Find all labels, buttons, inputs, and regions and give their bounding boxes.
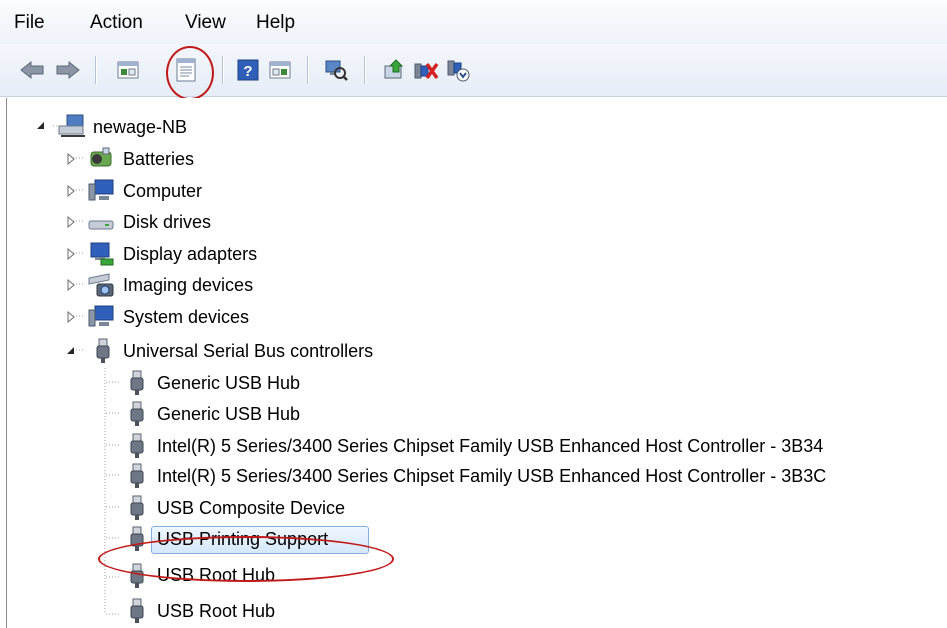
expand-arrow-icon[interactable]: [65, 185, 77, 197]
tree-category-label: System devices: [123, 307, 250, 327]
toolbar-separator: [222, 56, 223, 84]
show-action-pane-icon: [269, 61, 291, 79]
menu-action[interactable]: Action: [90, 12, 143, 34]
usb-device-row[interactable]: USB Root Hub: [7, 596, 407, 626]
help-button[interactable]: ?: [234, 56, 262, 84]
usb-device-row[interactable]: Generic USB Hub: [7, 399, 407, 429]
tree-category-row[interactable]: Imaging devices: [7, 270, 307, 300]
expand-arrow-icon[interactable]: [65, 248, 77, 260]
usb-device-label: Generic USB Hub: [157, 404, 301, 424]
menu-help[interactable]: Help: [256, 12, 295, 34]
scan-hardware-changes-icon: [325, 60, 348, 81]
usb-device-label: Intel(R) 5 Series/3400 Series Chipset Fa…: [157, 436, 824, 456]
tree-root-label: newage-NB: [93, 117, 188, 137]
usb-plug-icon: [130, 463, 144, 488]
collapse-arrow-icon[interactable]: [35, 120, 47, 132]
tree-category-label: Disk drives: [123, 212, 212, 232]
usb-plug-icon: [130, 401, 144, 426]
usb-device-label: Intel(R) 5 Series/3400 Series Chipset Fa…: [157, 466, 827, 486]
toolbar-separator: [95, 56, 96, 84]
svg-text:?: ?: [243, 63, 252, 80]
usb-plug-icon: [130, 495, 144, 520]
show-action-pane-button[interactable]: [266, 56, 294, 84]
display-adapter-icon: [90, 242, 114, 266]
scan-hardware-changes-button[interactable]: [322, 56, 350, 84]
uninstall-device-button[interactable]: [444, 56, 472, 84]
back-icon: [20, 60, 44, 80]
tree-category-label: Universal Serial Bus controllers: [123, 341, 374, 361]
properties-icon: [176, 58, 196, 82]
tree-category-row[interactable]: Display adapters: [7, 239, 307, 269]
battery-icon: [90, 147, 112, 167]
properties-button[interactable]: [172, 56, 200, 84]
collapse-arrow-icon[interactable]: [65, 345, 77, 357]
usb-device-label: Generic USB Hub: [157, 373, 301, 393]
forward-button[interactable]: [54, 56, 82, 84]
tree-category-row[interactable]: Computer: [7, 176, 307, 206]
tree-category-label: Display adapters: [123, 244, 258, 264]
tree-root-row[interactable]: newage-NB: [7, 112, 307, 142]
uninstall-device-icon: [447, 60, 470, 82]
computer-network-icon: [58, 114, 85, 137]
usb-device-label: USB Composite Device: [157, 498, 346, 518]
tree-category-label: Imaging devices: [123, 275, 254, 295]
usb-plug-icon: [130, 598, 144, 623]
help-icon: ?: [237, 59, 259, 81]
computer-icon: [88, 179, 114, 201]
menu-view[interactable]: View: [185, 12, 226, 34]
tree-category-label: Batteries: [123, 149, 195, 169]
expand-arrow-icon[interactable]: [65, 311, 77, 323]
usb-plug-icon: [130, 563, 144, 588]
toolbar-separator: [364, 56, 365, 84]
expand-arrow-icon[interactable]: [65, 279, 77, 291]
usb-device-row[interactable]: Intel(R) 5 Series/3400 Series Chipset Fa…: [7, 461, 937, 491]
tree-category-row-usb[interactable]: Universal Serial Bus controllers: [7, 336, 507, 366]
usb-plug-icon: [130, 526, 144, 551]
computer-icon: [88, 305, 114, 327]
expand-arrow-icon[interactable]: [65, 153, 77, 165]
expand-arrow-icon[interactable]: [65, 216, 77, 228]
tree-category-row[interactable]: System devices: [7, 302, 307, 332]
tree-category-row[interactable]: Disk drives: [7, 207, 307, 237]
usb-device-label: USB Root Hub: [157, 601, 276, 621]
menu-file[interactable]: File: [14, 12, 45, 34]
usb-plug-icon: [130, 370, 144, 395]
device-manager-window: File Action View Help ? newage-NB Batter…: [0, 0, 947, 628]
forward-icon: [56, 60, 80, 80]
usb-device-label: USB Printing Support: [157, 529, 329, 549]
show-hide-console-tree-icon: [117, 61, 139, 79]
disable-device-button[interactable]: [412, 56, 440, 84]
disable-device-icon: [414, 62, 439, 80]
usb-device-row[interactable]: Intel(R) 5 Series/3400 Series Chipset Fa…: [7, 431, 937, 461]
tree-category-label: Computer: [123, 181, 203, 201]
usb-device-row[interactable]: USB Composite Device: [7, 493, 407, 523]
usb-device-row-selected[interactable]: USB Printing Support: [7, 524, 407, 554]
usb-device-label: USB Root Hub: [157, 565, 276, 585]
usb-plug-icon: [96, 338, 110, 363]
show-hide-console-tree-button[interactable]: [114, 56, 142, 84]
update-driver-icon: [384, 59, 404, 79]
tree-category-row[interactable]: Batteries: [7, 144, 307, 174]
back-button[interactable]: [18, 56, 46, 84]
device-tree: newage-NB Batteries Computer Disk drives…: [6, 98, 947, 628]
disk-drive-icon: [88, 220, 114, 230]
toolbar: ?: [0, 44, 947, 97]
usb-device-row[interactable]: USB Root Hub: [7, 563, 407, 593]
update-driver-button[interactable]: [380, 56, 408, 84]
toolbar-separator: [307, 56, 308, 84]
menu-bar: File Action View Help: [0, 0, 947, 44]
usb-plug-icon: [130, 433, 144, 458]
usb-device-row[interactable]: Generic USB Hub: [7, 368, 407, 398]
camera-icon: [88, 273, 114, 297]
